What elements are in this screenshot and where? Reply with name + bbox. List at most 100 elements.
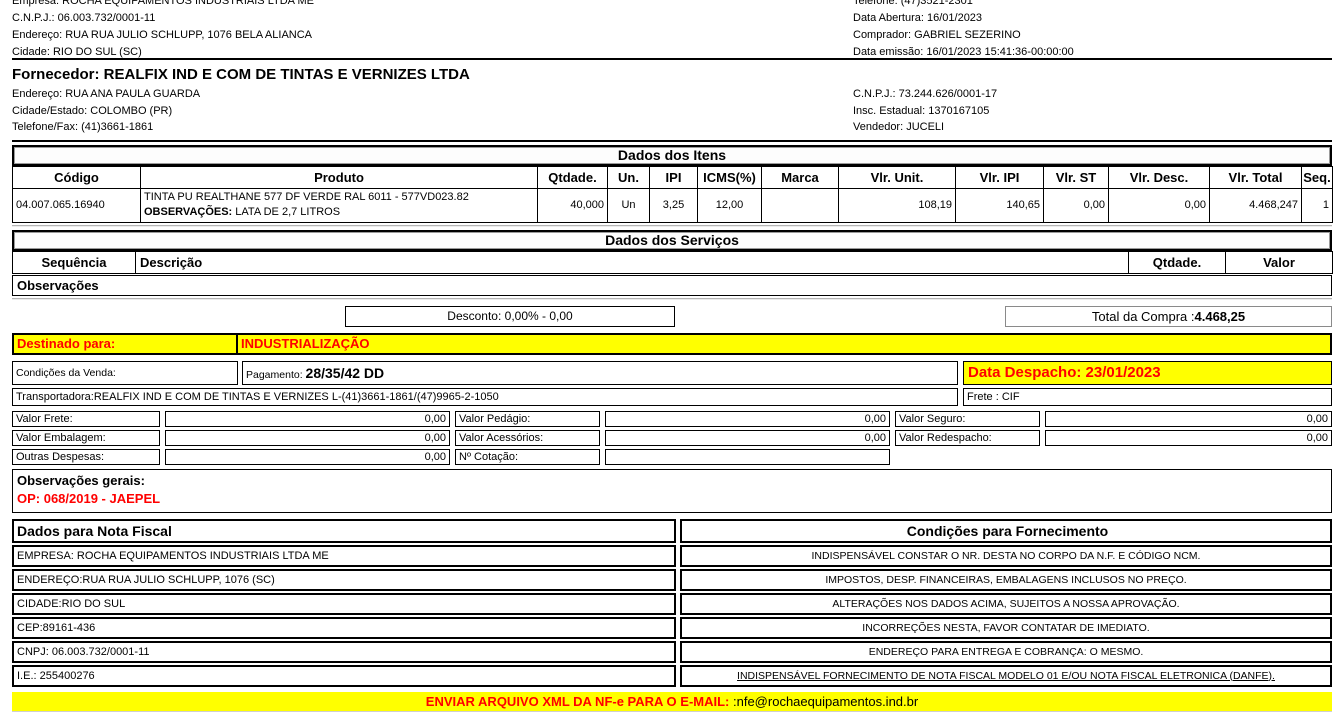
payment-terms: 28/35/42 DD (306, 365, 385, 381)
carrier-box: Transportadora:REALFIX IND E COM DE TINT… (12, 388, 958, 406)
company-cnpj: C.N.P.J.: 06.003.732/0001-11 (12, 10, 853, 27)
item-seq: 1 (1302, 188, 1333, 222)
col-vlr-total: Vlr. Total (1210, 166, 1302, 188)
payment-box: Pagamento: 28/35/42 DD (242, 361, 958, 385)
company-header: Empresa: ROCHA EQUIPAMENTOS INDUSTRIAIS … (12, 0, 1332, 58)
company-header-right: Telefone: (47)3521-2301 Data Abertura: 1… (853, 0, 1332, 58)
item-marca (762, 188, 839, 222)
item-vlr-ipi: 140,65 (956, 188, 1044, 222)
item-vlr-st: 0,00 (1044, 188, 1109, 222)
toll-value-label: Valor Pedágio: (455, 411, 600, 427)
general-remarks-title: Observações gerais: (17, 472, 1327, 490)
services-header-row: Sequência Descrição Qtdade. Valor (13, 251, 1333, 273)
sale-conditions-row: Condições da Venda: Pagamento: 28/35/42 … (12, 361, 1332, 385)
other-expenses-value: 0,00 (165, 449, 450, 465)
empty-cell (1045, 449, 1332, 465)
items-section-title: Dados dos Itens (12, 145, 1332, 166)
freight-value-label: Valor Frete: (12, 411, 160, 427)
supply-condition-2: IMPOSTOS, DESP. FINANCEIRAS, EMBALAGENS … (680, 569, 1332, 591)
packaging-value-label: Valor Embalagem: (12, 430, 160, 446)
supplier-salesperson: Vendedor: JUCELI (853, 119, 1332, 136)
item-vlr-unit: 108,19 (839, 188, 956, 222)
accessories-value: 0,00 (605, 430, 890, 446)
item-vlr-desc: 0,00 (1109, 188, 1210, 222)
xml-email-banner: ENVIAR ARQUIVO XML DA NF-e PARA O E-MAIL… (12, 692, 1332, 712)
company-name: Empresa: ROCHA EQUIPAMENTOS INDUSTRIAIS … (12, 0, 853, 10)
general-remarks-text: OP: 068/2019 - JAEPEL (17, 490, 1327, 508)
services-observacoes: Observações (12, 275, 1332, 296)
col-marca: Marca (762, 166, 839, 188)
redispatch-value-label: Valor Redespacho: (895, 430, 1040, 446)
invoice-data-title: Dados para Nota Fiscal (12, 519, 676, 543)
col-sequencia: Sequência (13, 251, 136, 273)
supply-condition-3: ALTERAÇÕES NOS DADOS ACIMA, SUJEITOS A N… (680, 593, 1332, 615)
col-vlr-st: Vlr. ST (1044, 166, 1109, 188)
xml-email-label: ENVIAR ARQUIVO XML DA NF-e PARA O E-MAIL… (426, 694, 733, 709)
col-vlr-ipi: Vlr. IPI (956, 166, 1044, 188)
supply-conditions-title: Condições para Fornecimento (680, 519, 1332, 543)
supply-condition-6: INDISPENSÁVEL FORNECIMENTO DE NOTA FISCA… (680, 665, 1332, 687)
supplier-address: Endereço: RUA ANA PAULA GUARDA (12, 86, 853, 103)
supplier-city-state: Cidade/Estado: COLOMBO (PR) (12, 103, 853, 120)
col-ipi: IPI (650, 166, 698, 188)
xml-email-address: :nfe@rochaequipamentos.ind.br (733, 694, 918, 709)
supplier-title: Fornecedor: REALFIX IND E COM DE TINTAS … (12, 64, 1332, 86)
issue-date: Data emissão: 16/01/2023 15:41:36-00:00:… (853, 44, 1332, 58)
destination-value: INDUSTRIALIZAÇÃO (236, 333, 1332, 355)
divider (12, 298, 1332, 300)
item-produto: TINTA PU REALTHANE 577 DF VERDE RAL 6011… (141, 188, 538, 222)
general-remarks-box: Observações gerais: OP: 068/2019 - JAEPE… (12, 469, 1332, 513)
supplier-phone-fax: Telefone/Fax: (41)3661-1861 (12, 119, 853, 136)
col-descricao: Descrição (136, 251, 1129, 273)
insurance-value-label: Valor Seguro: (895, 411, 1040, 427)
services-table: Sequência Descrição Qtdade. Valor (12, 251, 1333, 274)
freight-value: 0,00 (165, 411, 450, 427)
order-open-date: Data Abertura: 16/01/2023 (853, 10, 1332, 27)
item-ipi: 3,25 (650, 188, 698, 222)
charges-grid: Valor Frete: 0,00 Valor Pedágio: 0,00 Va… (12, 411, 1332, 465)
col-un: Un. (608, 166, 650, 188)
col-svc-qtdade: Qtdade. (1129, 251, 1226, 273)
destination-row: Destinado para: INDUSTRIALIZAÇÃO (12, 333, 1332, 355)
divider (12, 140, 1332, 142)
carrier-row: Transportadora:REALFIX IND E COM DE TINT… (12, 388, 1332, 406)
discount-box: Desconto: 0,00% - 0,00 (345, 306, 675, 327)
quotation-number-label: Nº Cotação: (455, 449, 600, 465)
divider (12, 225, 1332, 227)
supply-condition-4: INCORREÇÕES NESTA, FAVOR CONTATAR DE IME… (680, 617, 1332, 639)
purchase-order-document: Empresa: ROCHA EQUIPAMENTOS INDUSTRIAIS … (0, 0, 1341, 725)
purchase-total-value: 4.468,25 (1195, 309, 1246, 324)
empty-cell (895, 449, 1040, 465)
purchase-total-box: Total da Compra :4.468,25 (1005, 306, 1332, 327)
invoice-company: EMPRESA: ROCHA EQUIPAMENTOS INDUSTRIAIS … (12, 545, 676, 567)
invoice-data-column: Dados para Nota Fiscal EMPRESA: ROCHA EQ… (12, 519, 676, 687)
redispatch-value: 0,00 (1045, 430, 1332, 446)
item-vlr-total: 4.468,247 (1210, 188, 1302, 222)
supply-conditions-column: Condições para Fornecimento INDISPENSÁVE… (680, 519, 1332, 687)
buyer-name: Comprador: GABRIEL SEZERINO (853, 27, 1332, 44)
col-vlr-desc: Vlr. Desc. (1109, 166, 1210, 188)
col-vlr-unit: Vlr. Unit. (839, 166, 956, 188)
item-produto-obs: OBSERVAÇÕES: LATA DE 2,7 LITROS (144, 205, 534, 220)
invoice-cnpj: CNPJ: 06.003.732/0001-11 (12, 641, 676, 663)
toll-value: 0,00 (605, 411, 890, 427)
accessories-value-label: Valor Acessórios: (455, 430, 600, 446)
col-codigo: Código (13, 166, 141, 188)
item-icms: 12,00 (698, 188, 762, 222)
dispatch-date-box: Data Despacho: 23/01/2023 (963, 361, 1332, 385)
supply-condition-5: ENDEREÇO PARA ENTREGA E COBRANÇA: O MESM… (680, 641, 1332, 663)
supplier-state-registration: Insc. Estadual: 1370167105 (853, 103, 1332, 120)
item-qtdade: 40,000 (538, 188, 608, 222)
invoice-cep: CEP:89161-436 (12, 617, 676, 639)
col-produto: Produto (141, 166, 538, 188)
company-city: Cidade: RIO DO SUL (SC) (12, 44, 853, 58)
col-seq: Seq. (1302, 166, 1333, 188)
supply-condition-1: INDISPENSÁVEL CONSTAR O NR. DESTA NO COR… (680, 545, 1332, 567)
services-section-title: Dados dos Serviços (12, 230, 1332, 251)
supplier-cnpj: C.N.P.J.: 73.244.626/0001-17 (853, 86, 1332, 103)
bottom-section: Dados para Nota Fiscal EMPRESA: ROCHA EQ… (12, 519, 1332, 687)
other-expenses-label: Outras Despesas: (12, 449, 160, 465)
freight-box: Frete : CIF (963, 388, 1332, 406)
item-un: Un (608, 188, 650, 222)
company-header-left: Empresa: ROCHA EQUIPAMENTOS INDUSTRIAIS … (12, 0, 853, 58)
